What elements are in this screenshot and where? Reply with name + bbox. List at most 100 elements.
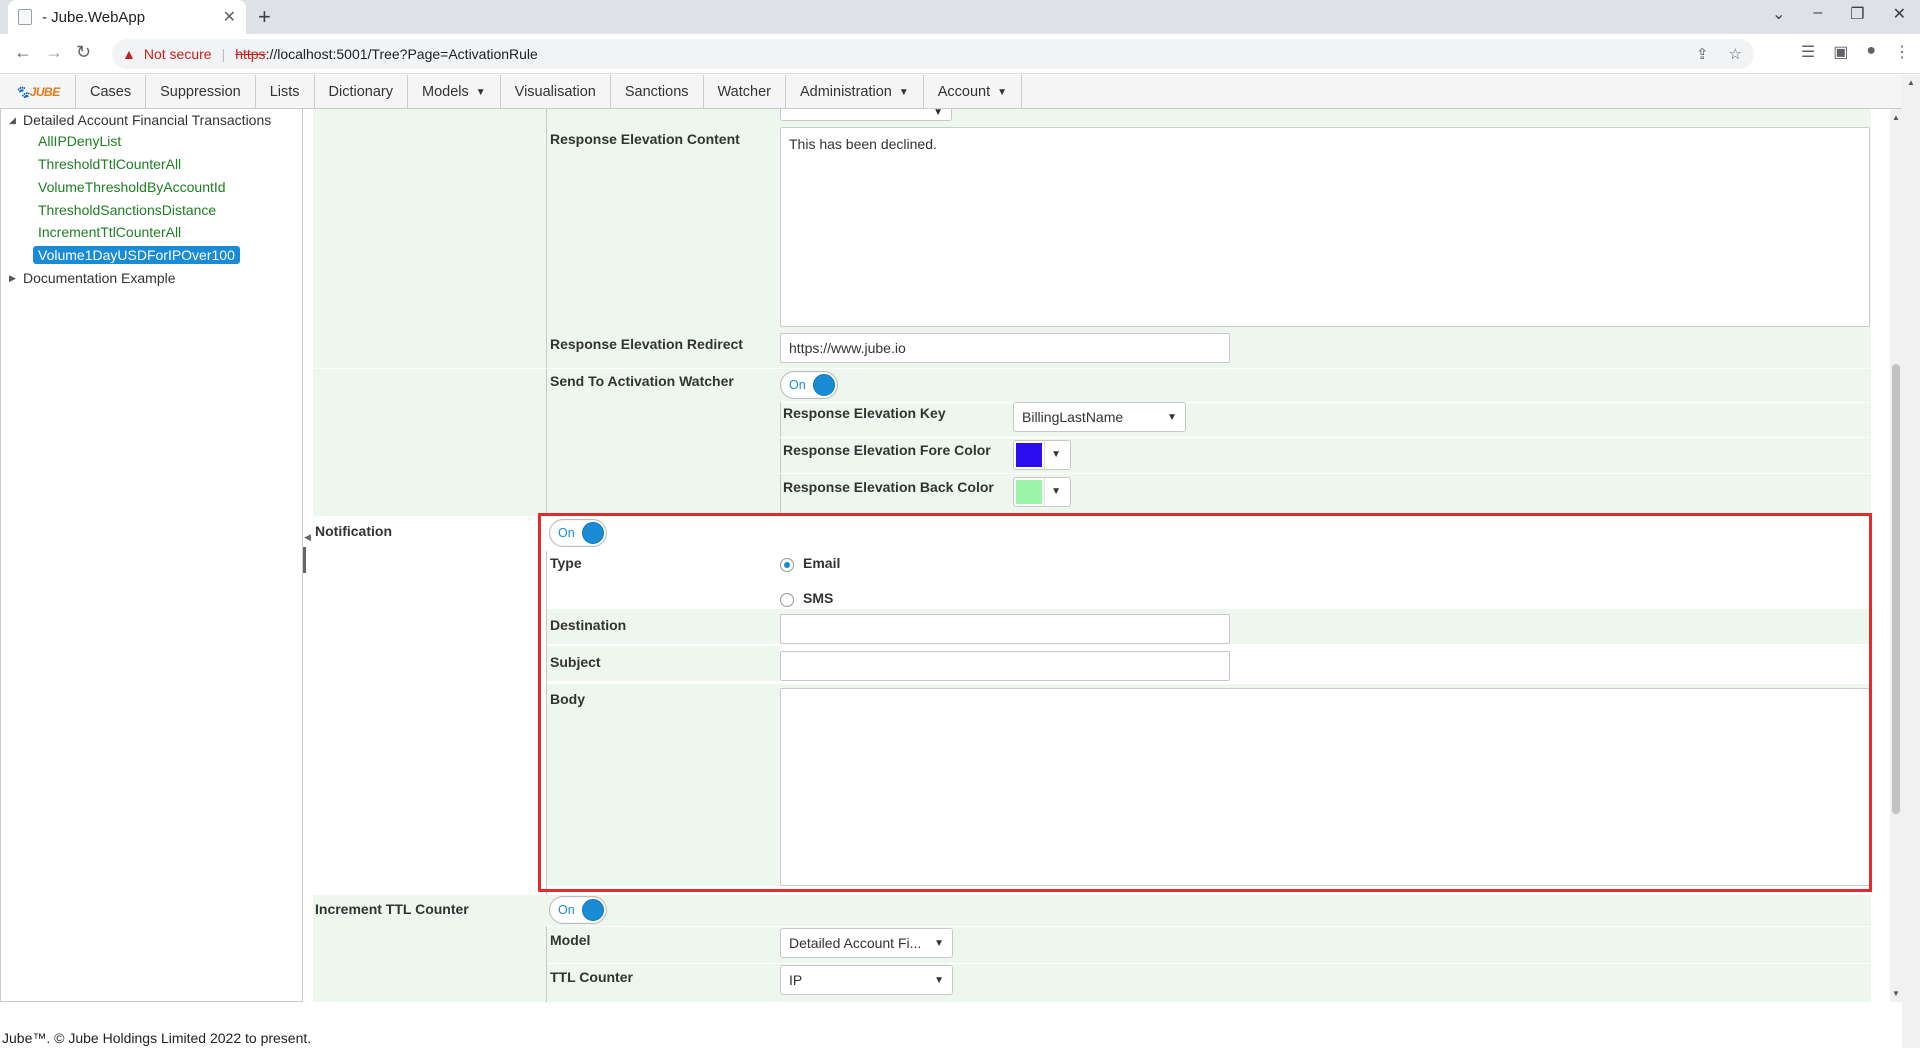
nav-sanctions[interactable]: Sanctions (611, 75, 704, 109)
logo-text: 🐾JUBE (15, 85, 60, 99)
profile-avatar-icon[interactable]: ● (1866, 42, 1876, 62)
tree-leaf-selected[interactable]: Volume1DayUSDForIPOver100 (33, 246, 240, 264)
url-bar[interactable]: ▲ Not secure | https ://localhost:5001/T… (112, 39, 1754, 69)
close-tab-icon[interactable]: ✕ (223, 7, 236, 27)
bookmark-star-icon[interactable]: ☆ (1729, 45, 1742, 63)
ttl-counter-select[interactable]: IP ▼ (780, 965, 953, 995)
nav-administration[interactable]: Administration ▼ (786, 75, 924, 109)
row-gap (780, 437, 1871, 438)
send-to-activation-watcher-toggle[interactable]: On (780, 371, 838, 399)
fore-color-picker[interactable]: ▼ (1013, 440, 1071, 470)
toggle-state-label: On (558, 903, 575, 917)
tree-leaf[interactable]: IncrementTtlCounterAll (33, 223, 186, 241)
caret-down-icon: ▼ (933, 109, 943, 118)
divider (1044, 441, 1045, 469)
divider (780, 402, 781, 516)
ttl-counter-label: TTL Counter (550, 969, 633, 985)
notification-label: Notification (315, 523, 392, 539)
app-navbar: 🐾JUBE Cases Suppression Lists Dictionary… (0, 75, 1902, 109)
close-window-icon[interactable]: ✕ (1893, 4, 1906, 24)
toggle-knob (813, 374, 835, 396)
browser-tab[interactable]: - Jube.WebApp ✕ (8, 0, 246, 34)
tree-leaf[interactable]: ThresholdSanctionsDistance (33, 201, 221, 219)
warning-icon: ▲ (122, 46, 136, 62)
nav-visualisation[interactable]: Visualisation (501, 75, 611, 109)
tree-leaf[interactable]: ThresholdTtlCounterAll (33, 155, 186, 173)
back-icon[interactable]: ← (14, 42, 32, 63)
fore-color-swatch (1016, 443, 1042, 467)
model-select[interactable]: Detailed Account Fi... ▼ (780, 928, 953, 958)
nav-watcher[interactable]: Watcher (704, 75, 786, 109)
scroll-thumb[interactable] (1892, 364, 1900, 814)
nav-cases[interactable]: Cases (76, 75, 147, 109)
nav-lists[interactable]: Lists (256, 75, 315, 109)
response-elevation-content-textarea[interactable]: This has been declined. (780, 127, 1870, 327)
select-value: BillingLastName (1022, 409, 1124, 425)
side-panel-icon[interactable]: ▣ (1833, 42, 1848, 62)
tree-leaf[interactable]: VolumeThresholdByAccountId (33, 178, 231, 196)
highlight-box (538, 513, 1872, 892)
splitter-handle[interactable] (303, 547, 306, 573)
select-value: IP (789, 972, 803, 988)
send-to-activation-watcher-label: Send To Activation Watcher (550, 373, 734, 389)
response-elevation-redirect-input[interactable]: https://www.jube.io (780, 333, 1230, 363)
nav-models-label: Models (422, 84, 469, 100)
nav-account[interactable]: Account ▼ (924, 75, 1023, 109)
tree-node-detailed-account[interactable]: ◢ Detailed Account Financial Transaction… (9, 112, 271, 128)
nav-suppression[interactable]: Suppression (146, 75, 256, 109)
increment-ttl-counter-label: Increment TTL Counter (315, 901, 469, 917)
pane-splitter[interactable]: ◀ (303, 109, 313, 1002)
response-elevation-key-label: Response Elevation Key (783, 405, 946, 421)
reading-list-icon[interactable]: ☰ (1801, 42, 1815, 62)
not-secure-label[interactable]: Not secure (144, 46, 212, 62)
share-icon[interactable]: ⇪ (1696, 45, 1709, 63)
caret-down-icon: ▼ (1051, 449, 1061, 460)
caret-down-icon: ▼ (1051, 486, 1061, 497)
caret-down-icon: ▼ (1167, 411, 1177, 423)
caret-down-icon: ▼ (997, 86, 1008, 98)
new-tab-icon[interactable]: + (258, 4, 271, 30)
increment-ttl-counter-toggle[interactable]: On (549, 896, 607, 924)
page-scrollbar[interactable]: ▲ (1902, 75, 1920, 1048)
tree-leaf[interactable]: AllIPDenyList (33, 132, 126, 150)
toggle-state-label: On (789, 378, 806, 392)
nav-models[interactable]: Models ▼ (408, 75, 501, 109)
expanded-triangle-icon[interactable]: ◢ (9, 115, 23, 126)
tab-title: - Jube.WebApp (42, 8, 146, 26)
reload-icon[interactable]: ↻ (76, 42, 91, 63)
browser-tab-strip: - Jube.WebApp ✕ + ⌄ – ❐ ✕ (0, 0, 1920, 34)
divider (546, 926, 547, 1002)
content-scrollbar[interactable]: ▲ ▼ (1890, 109, 1902, 1002)
tree-node-documentation-example[interactable]: ▶ Documentation Example (9, 270, 176, 286)
row-gap (547, 926, 1871, 927)
tree-node-label: Detailed Account Financial Transactions (23, 112, 272, 128)
model-label: Model (550, 932, 591, 948)
nav-administration-label: Administration (799, 84, 892, 100)
maximize-icon[interactable]: ❐ (1850, 4, 1864, 24)
scroll-down-icon[interactable]: ▼ (1892, 989, 1900, 998)
jube-logo[interactable]: 🐾JUBE (0, 75, 76, 109)
forward-icon[interactable]: → (45, 42, 63, 63)
divider (546, 109, 547, 516)
scroll-up-icon[interactable]: ▲ (1892, 113, 1900, 122)
tab-search-chevron-icon[interactable]: ⌄ (1772, 4, 1785, 24)
response-elevation-redirect-label: Response Elevation Redirect (550, 336, 743, 352)
response-elevation-fore-color-label: Response Elevation Fore Color (783, 442, 991, 458)
collapse-arrow-icon[interactable]: ◀ (304, 532, 311, 543)
response-elevation-content-label: Response Elevation Content (550, 131, 740, 147)
scroll-up-icon[interactable]: ▲ (1907, 78, 1915, 87)
caret-down-icon: ▼ (898, 86, 909, 98)
back-color-picker[interactable]: ▼ (1013, 477, 1071, 507)
row-gap (780, 473, 1871, 474)
minimize-icon[interactable]: – (1813, 4, 1822, 24)
caret-down-icon: ▼ (934, 937, 944, 949)
collapsed-triangle-icon[interactable]: ▶ (9, 273, 23, 284)
back-color-swatch (1016, 480, 1042, 504)
toggle-knob (582, 899, 604, 921)
caret-down-icon: ▼ (934, 974, 944, 986)
nav-dictionary[interactable]: Dictionary (315, 75, 409, 109)
browser-menu-icon[interactable]: ⋮ (1894, 42, 1910, 62)
partial-select-above[interactable]: ▼ (780, 109, 952, 121)
response-elevation-back-color-label: Response Elevation Back Color (783, 479, 994, 495)
response-elevation-key-select[interactable]: BillingLastName ▼ (1013, 402, 1186, 432)
